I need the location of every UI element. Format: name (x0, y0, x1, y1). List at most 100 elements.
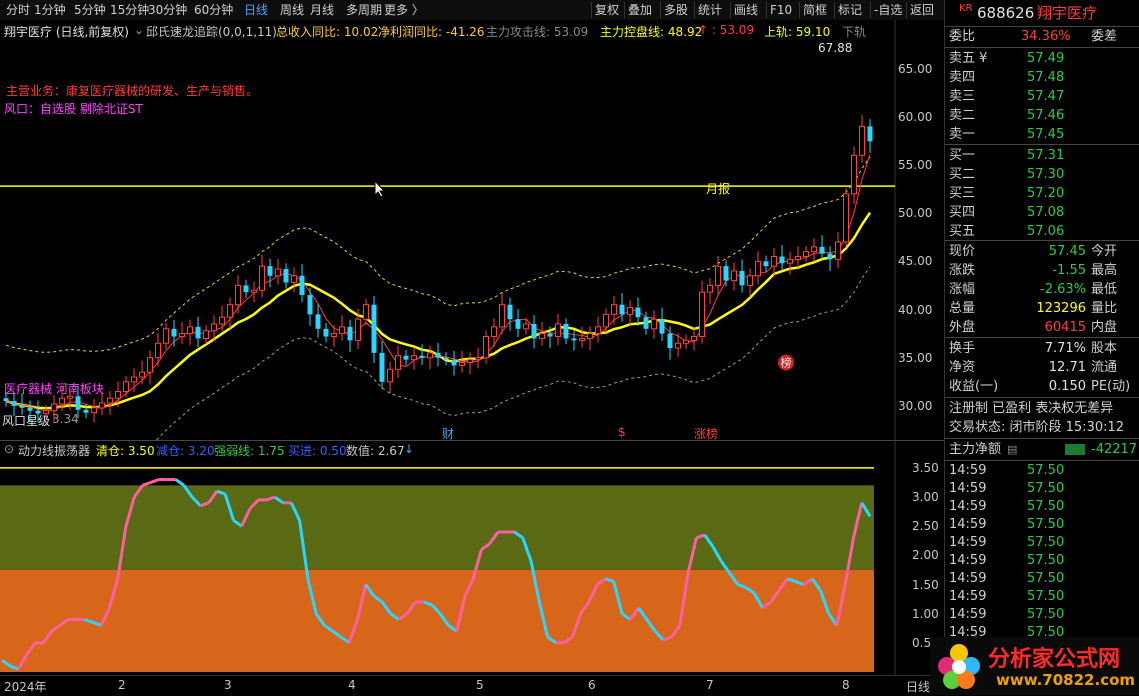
period-0[interactable]: 分时 (6, 2, 30, 18)
bid-label: 买四 (949, 205, 976, 220)
tool-2[interactable]: 多股 (664, 2, 688, 18)
toolbar-divider (799, 2, 800, 18)
candle-body (83, 409, 89, 413)
time-tick: 6 (588, 678, 596, 692)
ask-row[interactable]: 卖五 ¥ 57.49 (945, 49, 1139, 68)
candle-body (347, 326, 353, 341)
candle-body (819, 246, 825, 254)
candle-body (267, 266, 273, 276)
period-9[interactable]: 多周期 (346, 2, 382, 18)
stat-label: 外盘 (949, 320, 976, 335)
stat-label: 总量 (949, 301, 976, 316)
bid-row[interactable]: 买三 57.20 (945, 184, 1139, 203)
ask-label: 卖三 (949, 89, 976, 104)
candle-body (91, 407, 97, 414)
candle-body (275, 268, 281, 277)
tool-7[interactable]: 标记 (838, 2, 862, 18)
toolbar-divider (766, 2, 767, 18)
fundamental-label: 净资 (949, 360, 976, 375)
period-4[interactable]: 30分钟 (148, 2, 187, 18)
tool-9[interactable]: 返回 (910, 2, 934, 18)
candle-body (243, 285, 249, 293)
candle-body (43, 410, 49, 415)
candle-body (299, 275, 305, 296)
period-5[interactable]: 60分钟 (194, 2, 233, 18)
tool-1[interactable]: 叠加 (628, 2, 652, 18)
candle-body (171, 328, 177, 337)
ask-row[interactable]: 卖二 57.46 (945, 106, 1139, 125)
candle-body (587, 333, 593, 339)
ask-row[interactable]: 卖三 57.47 (945, 87, 1139, 106)
candle-body (11, 401, 17, 406)
tool-5[interactable]: F10 (770, 2, 792, 18)
candle-body (371, 304, 377, 353)
fundamental-value: 7.71% (1044, 341, 1086, 356)
period-6[interactable]: 日线 (244, 2, 268, 18)
tick-price: 57.50 (1027, 589, 1065, 604)
stock-code: 688626 (977, 4, 1035, 22)
bid-row[interactable]: 买四 57.08 (945, 203, 1139, 222)
candle-body (571, 338, 577, 341)
list-icon[interactable]: ▤ (1007, 440, 1017, 459)
fundamental-label: 换手 (949, 341, 976, 356)
candle-body (123, 381, 129, 392)
period-3[interactable]: 15分钟 (110, 2, 149, 18)
tick-row: 14:59 57.50 (949, 570, 1139, 588)
candle-body (611, 304, 617, 315)
ask-row[interactable]: 卖一 57.45 (945, 125, 1139, 144)
oscillator-panel[interactable]: ⊙ 动力线振荡器 清仓: 3.50 减仓: 3.20 强弱线: 1.75 买进: 0.… (0, 440, 944, 675)
candle-body (731, 270, 737, 282)
period-2[interactable]: 5分钟 (74, 2, 106, 18)
period-8[interactable]: 月线 (310, 2, 334, 18)
bid-row[interactable]: 买五 57.06 (945, 222, 1139, 241)
period-1[interactable]: 1分钟 (34, 2, 66, 18)
tool-6[interactable]: 简框 (803, 2, 827, 18)
candle-body (51, 403, 57, 412)
ask-row[interactable]: 卖四 57.48 (945, 68, 1139, 87)
period-7[interactable]: 周线 (280, 2, 304, 18)
bid-row[interactable]: 买二 57.30 (945, 165, 1139, 184)
fundamental-value: 0.150 (1048, 379, 1086, 394)
main-chart-panel[interactable]: 翔宇医疗 (日线,前复权) ⌄ 邱氏速龙追踪(0,0,1,11) 总收入同比: … (0, 20, 944, 441)
candle-body (323, 328, 329, 337)
net-row[interactable]: 主力净额 ▤ -42217 (945, 440, 1139, 459)
stat-row: 总量 123296 量比 (945, 299, 1139, 318)
oscillator-segment (174, 478, 185, 487)
oscillator-chart[interactable] (0, 440, 944, 675)
candle-body (315, 314, 321, 329)
candle-body (403, 355, 409, 360)
candle-body (427, 352, 433, 359)
tool-8[interactable]: -自选 (874, 2, 902, 18)
period-10[interactable]: 更多 〉 (384, 2, 424, 18)
bid-row[interactable]: 买一 57.31 (945, 146, 1139, 165)
tick-time: 14:59 (949, 571, 987, 586)
ask-price: 57.45 (1027, 127, 1065, 142)
candle-body (723, 266, 729, 281)
candle-body (499, 304, 505, 328)
candle-body (675, 342, 681, 349)
candle-body (3, 398, 9, 402)
tool-3[interactable]: 统计 (698, 2, 722, 18)
candle-body (699, 291, 705, 338)
period-tab-daily[interactable]: 日线 (906, 678, 930, 695)
toolbar-divider (694, 2, 695, 18)
candle-body (251, 289, 257, 293)
tool-4[interactable]: 画线 (734, 2, 758, 18)
fundamental-value: 12.71 (1048, 360, 1086, 375)
tick-price: 57.50 (1027, 517, 1065, 532)
candle-body (363, 304, 369, 320)
candle-body (107, 397, 113, 404)
candle-body (851, 154, 857, 195)
candle-body (259, 265, 265, 291)
stat-value: 60415 (1044, 320, 1086, 335)
net-flow-bar (1065, 444, 1085, 455)
stat-label-right: 最高 (1091, 263, 1118, 278)
candlestick-chart[interactable]: 榜 (0, 20, 944, 440)
candle-body (355, 318, 361, 341)
fundamental-label-right: 股本 (1091, 341, 1118, 356)
stat-value: -2.63% (1040, 282, 1086, 297)
tick-price: 57.50 (1027, 607, 1065, 622)
weicha-label: 委差 (1091, 29, 1118, 44)
ask-label: 卖一 (949, 127, 976, 142)
tool-0[interactable]: 复权 (595, 2, 619, 18)
